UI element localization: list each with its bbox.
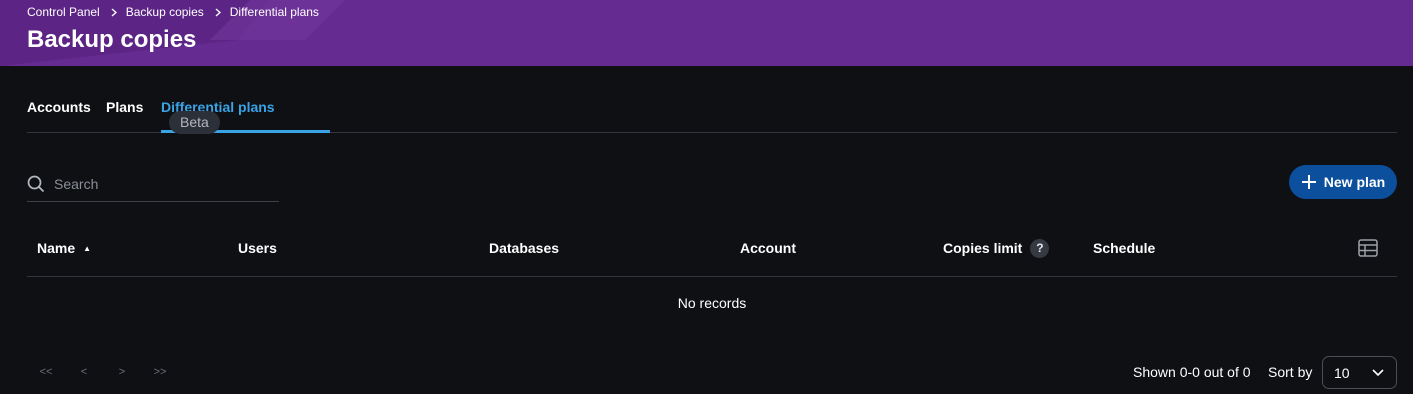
breadcrumb-control-panel[interactable]: Control Panel	[27, 5, 100, 19]
column-label: Name	[37, 240, 76, 256]
previous-page-button[interactable]: <	[65, 366, 103, 378]
empty-state: No records	[677, 295, 747, 311]
breadcrumb: Control Panel Backup copies Differential…	[27, 5, 319, 19]
sort-ascending-icon: ▲	[83, 243, 92, 253]
search-box	[27, 166, 279, 202]
column-header-account: Account	[740, 228, 796, 268]
tab-label: Accounts	[27, 99, 91, 115]
pagination: << < > >>	[27, 360, 179, 384]
first-page-button[interactable]: <<	[27, 366, 65, 378]
chevron-down-icon	[1372, 369, 1384, 377]
page-title: Backup copies	[27, 26, 197, 53]
column-header-schedule: Schedule	[1093, 228, 1155, 268]
column-label: Schedule	[1093, 240, 1156, 256]
tab-differential-plans[interactable]: Differential plansBeta	[161, 88, 330, 134]
column-header-databases: Databases	[489, 228, 559, 268]
page-size-select[interactable]: 10	[1322, 356, 1397, 389]
search-input[interactable]	[54, 175, 254, 192]
next-page-button[interactable]: >	[103, 366, 141, 378]
column-label: Account	[740, 240, 796, 256]
sort-by-label: Sort by	[1268, 364, 1313, 380]
search-icon	[27, 175, 45, 192]
column-header-users: Users	[238, 228, 277, 268]
chevron-right-icon	[111, 7, 117, 17]
beta-badge: Beta	[169, 111, 220, 134]
tab-bar: Accounts Plans Differential plansBeta	[27, 88, 1397, 134]
column-label: Copies limit	[943, 240, 1023, 256]
page-size-value: 10	[1334, 364, 1350, 381]
table-columns-icon[interactable]	[1358, 239, 1378, 257]
tab-accounts[interactable]: Accounts	[27, 88, 91, 133]
tab-plans[interactable]: Plans	[106, 88, 143, 133]
breadcrumb-backup-copies[interactable]: Backup copies	[126, 5, 204, 19]
new-plan-button[interactable]: New plan	[1289, 165, 1397, 199]
page-header: Control Panel Backup copies Differential…	[0, 0, 1413, 66]
table-header: Name ▲ Users Databases Account Copies li…	[27, 228, 1397, 277]
column-label: Users	[238, 240, 277, 256]
breadcrumb-differential-plans: Differential plans	[229, 5, 319, 19]
last-page-button[interactable]: >>	[141, 366, 179, 378]
chevron-right-icon	[215, 7, 221, 17]
column-header-copies-limit: Copies limit ?	[943, 228, 1050, 268]
records-count: Shown 0-0 out of 0	[1133, 364, 1251, 380]
new-plan-label: New plan	[1323, 174, 1386, 190]
column-label: Databases	[489, 240, 560, 256]
tab-label: Plans	[106, 99, 144, 115]
column-header-name[interactable]: Name ▲	[37, 228, 91, 268]
help-icon[interactable]: ?	[1030, 238, 1050, 258]
plus-icon	[1301, 175, 1316, 189]
